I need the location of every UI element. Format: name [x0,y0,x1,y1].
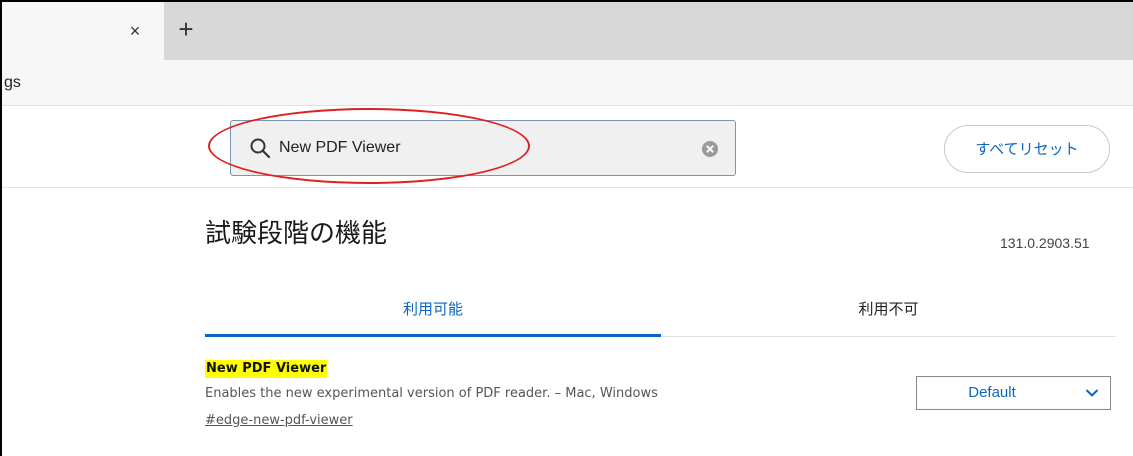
feature-name: New PDF Viewer [205,360,328,378]
tab-divider [661,336,1116,337]
chevron-down-icon [1086,389,1098,397]
search-box[interactable] [230,120,736,176]
tab-unavailable[interactable]: 利用不可 [661,292,1116,336]
clear-search-icon[interactable] [701,140,719,158]
selected-option: Default [968,384,1016,401]
reset-all-button[interactable]: すべてリセット [944,125,1110,173]
feature-state-select[interactable]: Default [916,376,1111,410]
tab-strip: × + [2,2,1133,60]
page-title: 試験段階の機能 [205,219,388,249]
feature-description: Enables the new experimental version of … [205,386,658,401]
browser-tab[interactable]: × [2,2,164,60]
search-input[interactable] [279,135,659,161]
feature-flag-link[interactable]: #edge-new-pdf-viewer [205,413,353,428]
version-label: 131.0.2903.51 [1000,235,1090,251]
address-text: gs [4,74,21,91]
tab-available[interactable]: 利用可能 [205,292,661,336]
close-tab-icon[interactable]: × [126,22,144,40]
active-tab-indicator [205,334,661,337]
new-tab-icon[interactable]: + [174,16,198,44]
search-icon [250,138,271,159]
address-bar[interactable]: gs [2,60,1133,106]
